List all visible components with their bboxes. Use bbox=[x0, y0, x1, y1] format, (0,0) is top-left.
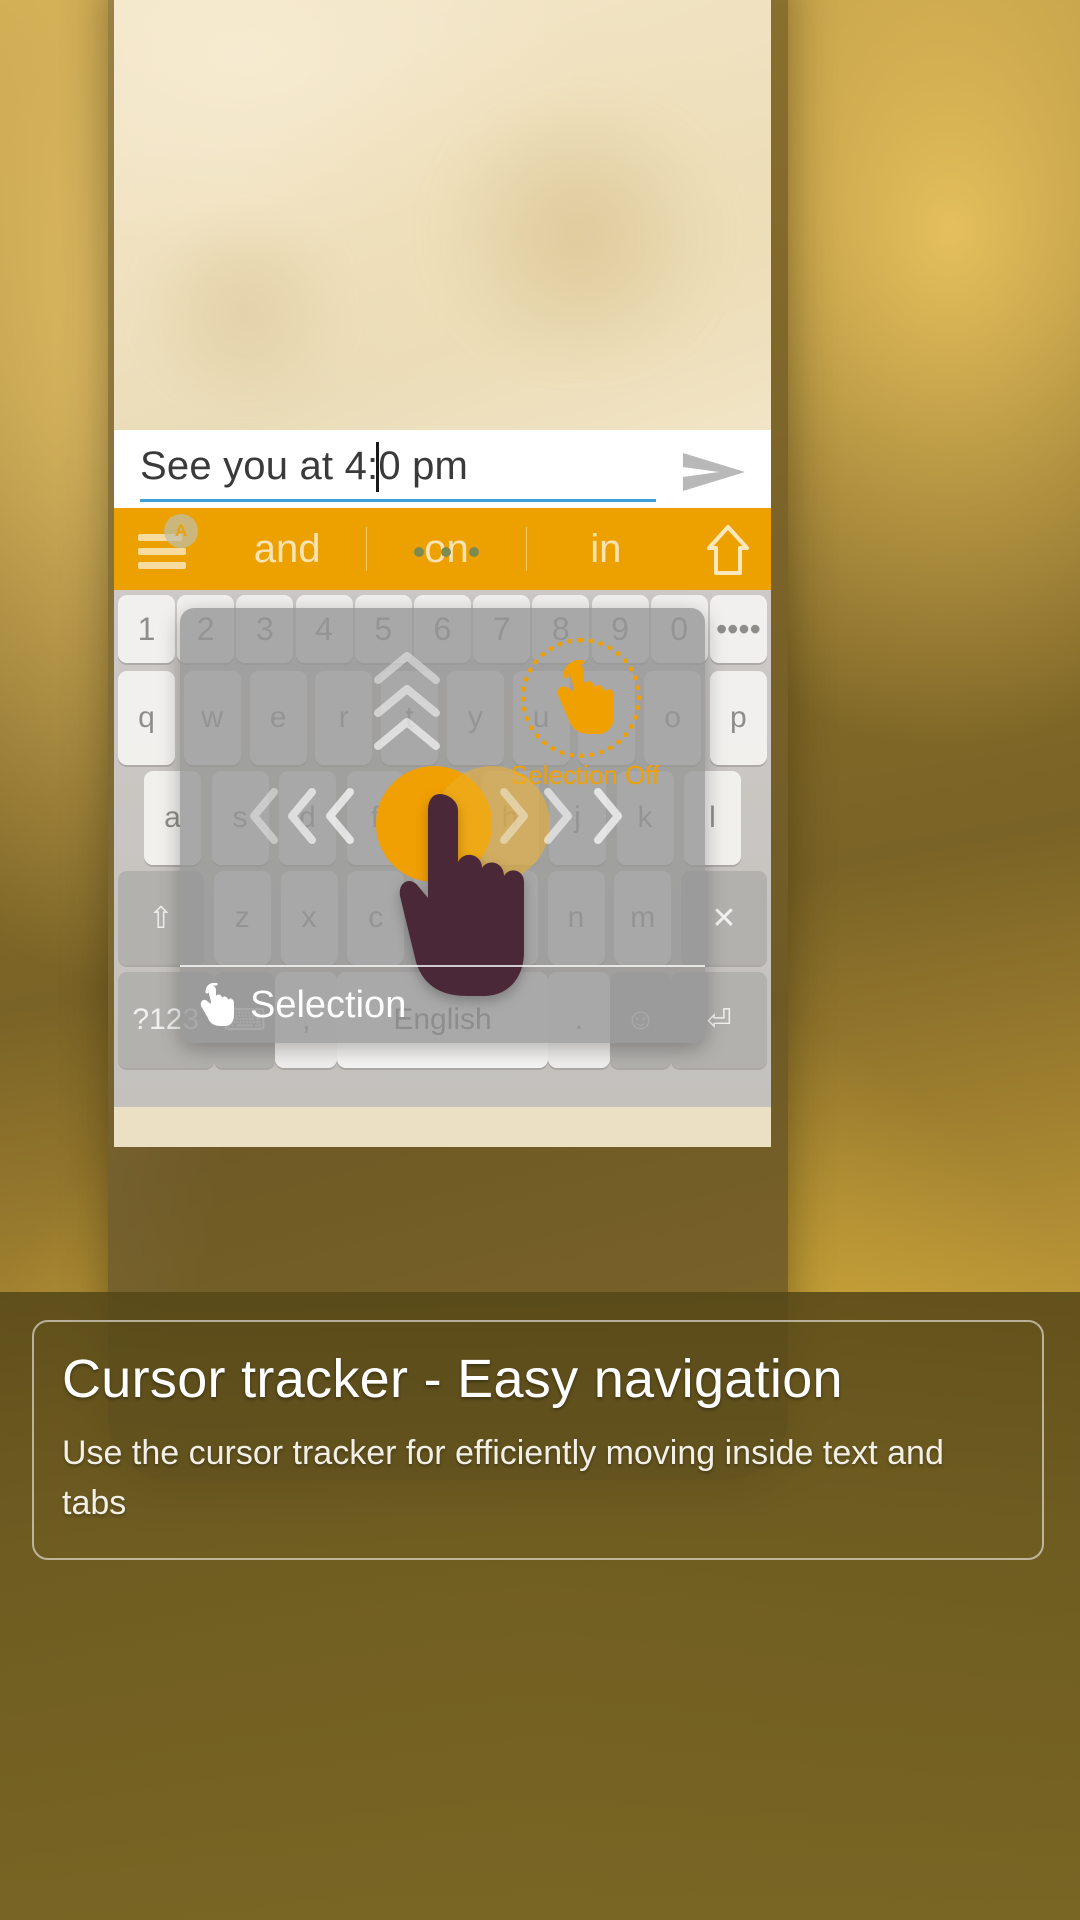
keyboard-key-label: ✕ bbox=[711, 901, 737, 935]
suggestion-label: and bbox=[253, 527, 321, 571]
chat-area bbox=[114, 0, 771, 430]
page-dot bbox=[468, 547, 479, 557]
caption-box: Cursor tracker - Easy navigation Use the… bbox=[32, 1320, 1044, 1560]
keyboard-key[interactable]: 1 bbox=[118, 595, 175, 663]
tracker-footer-label: Selection bbox=[250, 983, 407, 1026]
caption-body: Use the cursor tracker for efficiently m… bbox=[62, 1434, 944, 1522]
chevron-right-icon bbox=[544, 788, 572, 844]
menu-badge: A bbox=[164, 514, 198, 548]
message-input-value: See you at 4:0 pm bbox=[140, 444, 469, 488]
chevron-up-icon bbox=[374, 718, 440, 750]
hamburger-line-3 bbox=[138, 562, 186, 569]
suggestion-page-dots bbox=[367, 503, 525, 585]
wallpaper-blur-2 bbox=[134, 220, 354, 400]
keyboard-key-label: ⏎ bbox=[706, 1003, 732, 1037]
chevron-up-icon bbox=[374, 685, 440, 717]
tracker-footer[interactable]: Selection bbox=[180, 965, 705, 1043]
keyboard-key-label: q bbox=[138, 701, 155, 734]
input-underline bbox=[140, 499, 656, 502]
page-dot bbox=[441, 547, 452, 557]
expand-suggestions-button[interactable] bbox=[685, 508, 771, 590]
keyboard-key[interactable]: •••• bbox=[709, 595, 767, 663]
chevrons-up-group[interactable] bbox=[372, 650, 442, 762]
wallpaper-blur-1 bbox=[414, 110, 744, 360]
suggestion-item-1[interactable]: on bbox=[367, 508, 525, 590]
chevron-up-icon bbox=[374, 652, 440, 684]
send-button[interactable] bbox=[679, 450, 749, 494]
caption-title: Cursor tracker - Easy navigation bbox=[62, 1349, 843, 1409]
caption-banner: Cursor tracker - Easy navigation Use the… bbox=[0, 1292, 1080, 1920]
cursor-tracker-overlay[interactable]: Selection Off Selection bbox=[180, 608, 705, 1043]
message-input-row[interactable]: See you at 4:0 pm bbox=[114, 430, 771, 508]
chevron-right-icon bbox=[594, 788, 622, 844]
suggestion-label: in bbox=[590, 527, 622, 571]
text-caret bbox=[376, 442, 379, 492]
keyboard-key-label: a bbox=[164, 801, 181, 834]
suggestion-item-2[interactable]: in bbox=[527, 508, 685, 590]
keyboard-key-label: l bbox=[709, 801, 716, 834]
keyboard-menu-button[interactable]: A bbox=[114, 508, 208, 590]
keyboard-key[interactable]: q bbox=[118, 671, 175, 765]
chevron-left-icon bbox=[326, 788, 354, 844]
screenshot-root: See you at 4:0 pm A and in 1 •••• q p a … bbox=[0, 0, 1080, 1920]
send-icon bbox=[683, 453, 745, 491]
keyboard-key-label: ⇧ bbox=[148, 901, 174, 935]
message-input-field[interactable]: See you at 4:0 pm bbox=[140, 436, 656, 502]
tap-hand-icon bbox=[200, 983, 234, 1026]
keyboard-key-label: p bbox=[730, 701, 747, 734]
suggestion-item-0[interactable]: and bbox=[208, 508, 366, 590]
page-dot bbox=[414, 547, 425, 557]
phone-screen: See you at 4:0 pm A and in 1 •••• q p a … bbox=[114, 0, 771, 1147]
keyboard-key-label: 1 bbox=[137, 610, 156, 647]
keyboard-key-label: •••• bbox=[715, 610, 761, 647]
suggestion-bar: A and on in bbox=[114, 508, 771, 590]
chevron-left-icon bbox=[288, 788, 316, 844]
tap-hand-icon bbox=[557, 660, 614, 734]
arrow-up-icon bbox=[706, 525, 749, 575]
keyboard-key[interactable]: p bbox=[709, 671, 767, 765]
chevron-left-icon bbox=[250, 788, 278, 844]
hamburger-line-2 bbox=[138, 548, 186, 555]
